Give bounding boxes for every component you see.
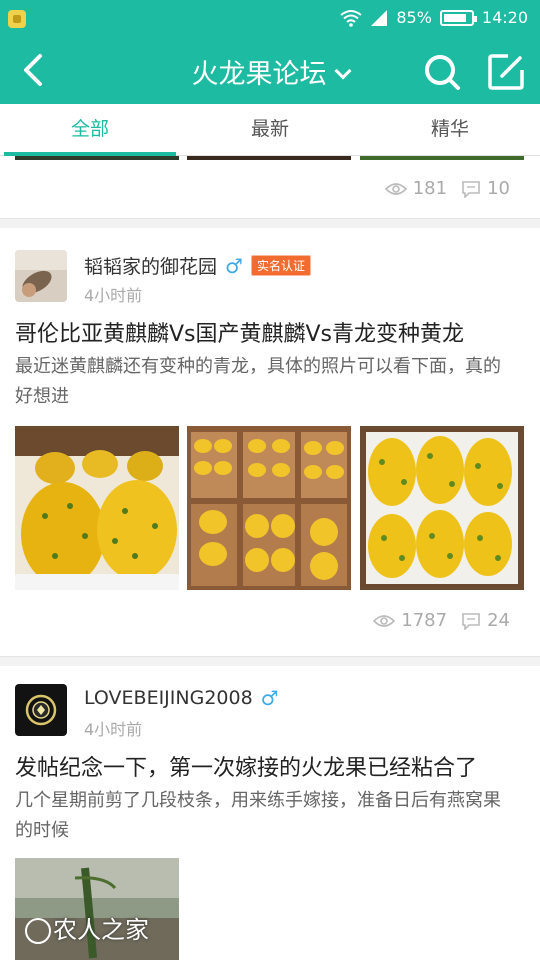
verified-badge: 实名认证 [250, 255, 311, 276]
post-feed[interactable]: 181 10 韬韬家的御花园 ♂ 实名认证 4小时前 哥伦比亚黄麒麟Vs国产黄麒… [0, 156, 540, 960]
author-line: 韬韬家的御花园 ♂ 实名认证 [84, 252, 311, 279]
post-time: 4小时前 [84, 286, 143, 305]
clock: 14:20 [481, 8, 528, 27]
post-stats: 1787 24 [373, 610, 510, 631]
author-line: LOVEBEIJING2008 ♂ [84, 686, 279, 710]
post-time: 4小时前 [84, 720, 143, 739]
chevron-down-icon [334, 62, 351, 80]
comment-count: 24 [487, 610, 510, 631]
author-name[interactable]: LOVEBEIJING2008 [84, 687, 253, 709]
avatar[interactable] [15, 250, 67, 302]
post-title[interactable]: 发帖纪念一下，第一次嫁接的火龙果已经粘合了 [15, 750, 525, 782]
male-icon: ♂ [225, 253, 243, 278]
battery-percent: 85% [396, 8, 432, 27]
post-image[interactable] [360, 426, 524, 590]
post-excerpt: 几个星期前剪了几段枝条，用来练手嫁接，准备日后有燕窝果的时候 [15, 790, 501, 841]
male-icon: ♂ [260, 686, 279, 710]
post-stats: 181 10 [384, 178, 510, 199]
post-card[interactable]: 181 10 [0, 156, 540, 218]
status-bar: 85% 14:20 [0, 0, 540, 38]
avatar[interactable] [15, 684, 67, 736]
tab-all[interactable]: 全部 [0, 104, 180, 156]
divider [0, 656, 540, 666]
post-image[interactable] [15, 156, 179, 160]
search-icon[interactable] [422, 52, 462, 92]
compose-icon[interactable] [486, 52, 526, 92]
post-image[interactable] [15, 426, 179, 590]
post-excerpt: 最近迷黄麒麟还有变种的青龙，具体的照片可以看下面，真的好想进 [15, 356, 501, 407]
forum-title: 火龙果论坛 [191, 59, 327, 90]
view-count: 181 [412, 178, 448, 199]
post-card[interactable]: 韬韬家的御花园 ♂ 实名认证 4小时前 哥伦比亚黄麒麟Vs国产黄麒麟Vs青龙变种… [0, 228, 540, 656]
post-title[interactable]: 哥伦比亚黄麒麟Vs国产黄麒麟Vs青龙变种黄龙 [15, 316, 525, 348]
tab-latest[interactable]: 最新 [180, 104, 360, 155]
comment-count: 10 [487, 178, 510, 199]
app-bar: 火龙果论坛 [0, 38, 540, 104]
logo-icon [25, 918, 51, 944]
view-count: 1787 [401, 610, 448, 631]
tab-featured[interactable]: 精华 [360, 104, 540, 155]
sim-icon [8, 10, 26, 28]
divider [0, 218, 540, 228]
post-image[interactable] [360, 156, 524, 160]
eye-icon [373, 614, 396, 627]
tab-bar: 全部 最新 精华 [0, 104, 540, 156]
watermark: 农人之家 [25, 910, 149, 945]
author-name[interactable]: 韬韬家的御花园 [84, 252, 217, 279]
battery-icon [439, 9, 477, 26]
signal-icon [371, 9, 388, 26]
post-image[interactable] [187, 426, 351, 590]
comment-icon [462, 180, 480, 198]
post-image[interactable] [187, 156, 351, 160]
post-image[interactable]: 农人之家 [15, 858, 179, 960]
eye-icon [384, 182, 407, 195]
comment-icon [462, 612, 480, 630]
post-card[interactable]: LOVEBEIJING2008 ♂ 4小时前 发帖纪念一下，第一次嫁接的火龙果已… [0, 666, 540, 960]
wifi-icon [340, 9, 362, 27]
